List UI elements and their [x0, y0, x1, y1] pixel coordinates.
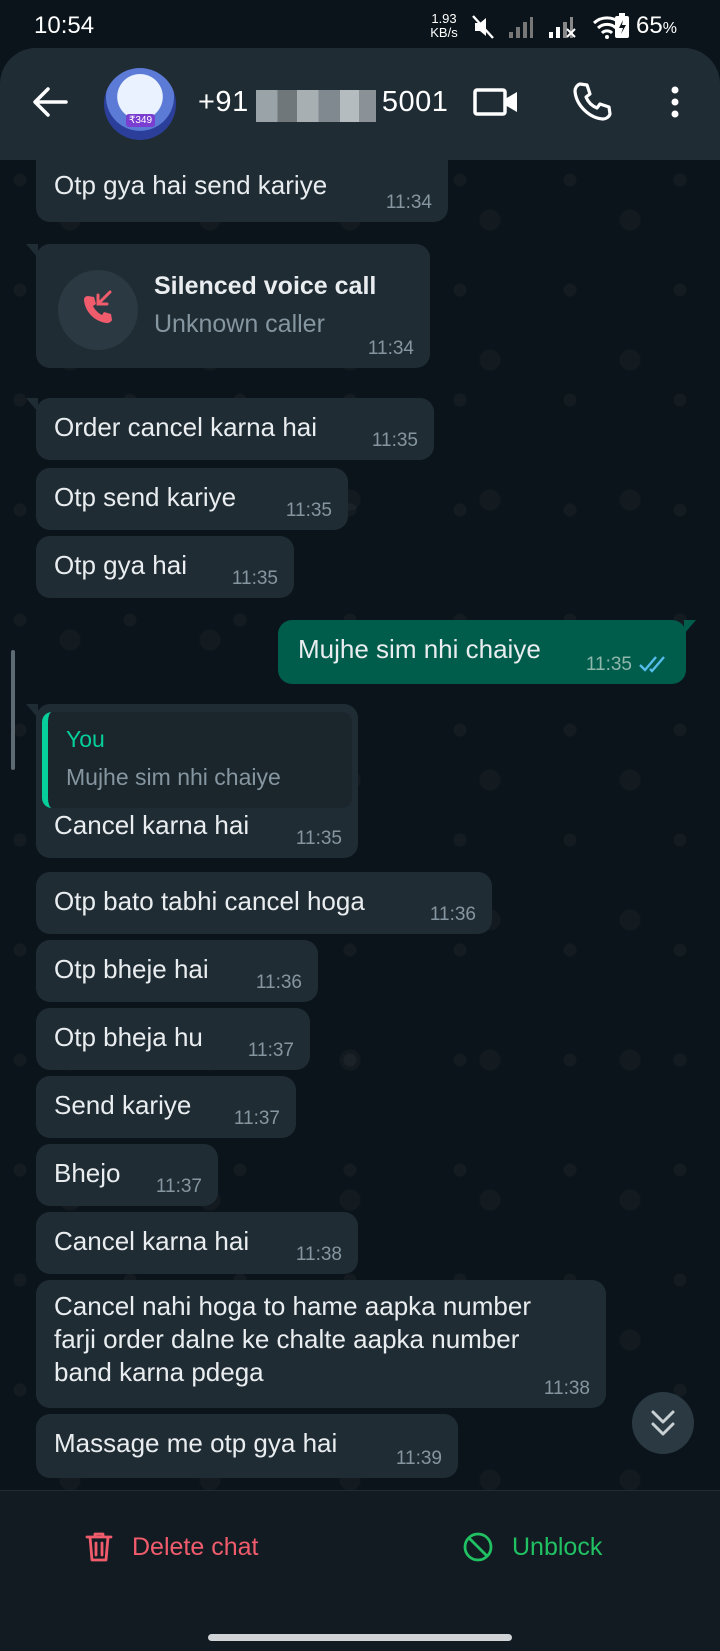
network-speed-unit: KB/s: [430, 25, 458, 40]
message-bubble[interactable]: Otp bheja hu 11:37: [36, 1008, 310, 1070]
message-text: Order cancel karna hai: [54, 412, 318, 442]
message-text: Send kariye: [54, 1090, 192, 1120]
message-text: Otp bheje hai: [54, 954, 209, 984]
quoted-message[interactable]: You Mujhe sim nhi chaiye: [42, 712, 352, 808]
status-time: 10:54: [34, 12, 95, 39]
message-list[interactable]: Otp gya hai send kariye 11:34 Silenced v…: [0, 160, 720, 1490]
signal-x-icon: [549, 17, 576, 38]
battery: 65%: [614, 12, 677, 40]
message-time: 11:35: [285, 500, 332, 521]
message-bubble[interactable]: Otp send kariye 11:35: [36, 468, 348, 530]
battery-icon: [615, 13, 629, 38]
message-time: 11:38: [543, 1378, 590, 1399]
message-line: Cancel nahi hoga to hame aapka number: [54, 1291, 531, 1321]
message-time: 11:37: [247, 1040, 294, 1061]
video-camera-icon[interactable]: [472, 80, 520, 124]
unblock-button[interactable]: Unblock: [462, 1531, 602, 1563]
message-bubble[interactable]: Otp gya hai 11:35: [36, 536, 294, 598]
double-chevron-down-icon: [651, 1410, 675, 1436]
message-time: 11:35: [585, 654, 632, 675]
blocked-contact-bar: Delete chat Unblock: [0, 1490, 720, 1651]
quote-author: You: [66, 726, 105, 752]
battery-percent: 65%: [636, 12, 677, 39]
message-text: Otp gya hai: [54, 550, 187, 580]
reply-message-bubble[interactable]: You Mujhe sim nhi chaiye Cancel karna ha…: [26, 704, 358, 858]
message-bubble[interactable]: Otp bheje hai 11:36: [36, 940, 318, 1002]
call-subtitle: Unknown caller: [154, 310, 325, 338]
message-bubble[interactable]: Bhejo 11:37: [36, 1144, 218, 1206]
message-time: 11:38: [295, 1244, 342, 1265]
call-bubble[interactable]: Silenced voice call Unknown caller 11:34: [26, 244, 430, 368]
message-time: 11:35: [371, 430, 418, 451]
message-bubble[interactable]: Cancel nahi hoga to hame aapka number fa…: [36, 1280, 606, 1408]
message-text: Otp send kariye: [54, 482, 237, 512]
number-redaction: [256, 90, 376, 122]
message-bubble[interactable]: Send kariye 11:37: [36, 1076, 296, 1138]
message-text: Massage me otp gya hai: [54, 1428, 338, 1458]
message-text: Cancel karna hai: [54, 810, 250, 840]
message-text: Cancel nahi hoga to hame aapka number fa…: [54, 1290, 531, 1389]
contact-number-suffix: 5001: [381, 86, 449, 118]
call-title: Silenced voice call: [154, 272, 377, 300]
message-text: Otp bheja hu: [54, 1022, 203, 1052]
avatar[interactable]: ₹349: [104, 68, 176, 140]
more-vert-icon[interactable]: [660, 80, 690, 124]
message-text: Cancel karna hai: [54, 1226, 250, 1256]
message-bubble[interactable]: Otp bato tabhi cancel hoga 11:36: [36, 872, 492, 934]
double-check-icon: [639, 656, 665, 673]
message-text: Otp gya hai send kariye: [54, 170, 328, 200]
chat-header: ₹349 +91 8 5001: [0, 48, 720, 160]
back-arrow-icon[interactable]: [28, 80, 72, 124]
message-time: 11:37: [233, 1108, 280, 1129]
bubble-tail: [26, 244, 38, 258]
message-bubble[interactable]: Massage me otp gya hai 11:39: [36, 1414, 458, 1478]
network-speed: 1.93 KB/s: [426, 12, 462, 40]
message-time: 11:36: [255, 972, 302, 993]
message-time: 11:35: [295, 828, 342, 849]
message-line: farji order dalne ke chalte aapka number: [54, 1324, 520, 1354]
quote-text: Mujhe sim nhi chaiye: [66, 764, 281, 790]
message-time: 11:39: [395, 1448, 442, 1469]
block-icon: [463, 1532, 493, 1562]
mute-icon: [472, 15, 494, 39]
trash-icon: [85, 1532, 113, 1562]
scrollbar[interactable]: [11, 650, 15, 770]
message-time: 11:37: [155, 1176, 202, 1197]
bubble-tail: [26, 398, 38, 412]
message-text: Otp bato tabhi cancel hoga: [54, 886, 365, 916]
network-speed-value: 1.93: [431, 11, 457, 26]
message-time: 11:36: [429, 904, 476, 925]
message-time: 11:35: [231, 568, 278, 589]
phone-icon[interactable]: [570, 80, 614, 124]
message-bubble[interactable]: Otp gya hai send kariye 11:34: [36, 160, 448, 222]
status-bar: 10:54 1.93 KB/s 65%: [0, 0, 720, 52]
home-indicator[interactable]: [208, 1634, 512, 1641]
message-text: Bhejo: [54, 1158, 121, 1188]
scroll-to-bottom-button[interactable]: [632, 1392, 694, 1454]
delete-chat-label: Delete chat: [132, 1532, 259, 1561]
delete-chat-button[interactable]: Delete chat: [84, 1531, 258, 1563]
bubble-tail: [26, 704, 38, 718]
unblock-label: Unblock: [512, 1532, 603, 1561]
status-icons: [472, 14, 622, 40]
message-time: 11:34: [367, 338, 414, 359]
message-line: band karna pdega: [54, 1357, 264, 1387]
message-time: 11:34: [385, 192, 432, 213]
outgoing-message-bubble[interactable]: Mujhe sim nhi chaiye 11:35: [278, 620, 696, 684]
message-bubble[interactable]: Cancel karna hai 11:38: [36, 1212, 358, 1274]
message-text: Mujhe sim nhi chaiye: [298, 634, 541, 664]
bubble-tail: [684, 620, 696, 634]
message-bubble[interactable]: Order cancel karna hai 11:35: [26, 398, 434, 460]
missed-call-icon: [58, 270, 138, 350]
avatar-price-tag: ₹349: [126, 114, 156, 127]
signal-icon: [509, 17, 533, 38]
